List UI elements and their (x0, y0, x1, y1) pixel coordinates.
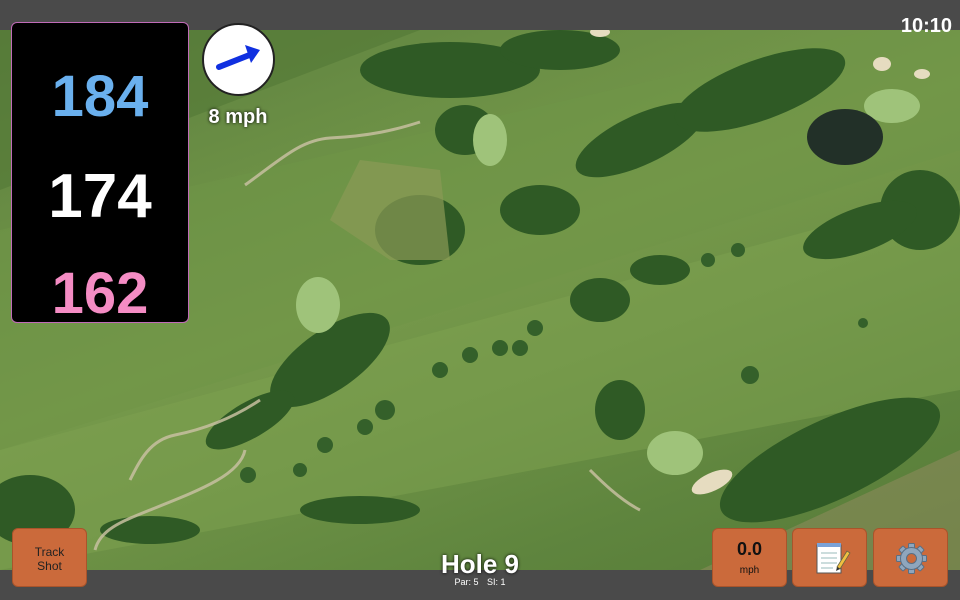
settings-button[interactable] (873, 528, 948, 587)
hole-title: Hole 9 (440, 549, 520, 579)
speed-unit: mph (739, 565, 760, 576)
hole-meta: Par: 5 SI: 1 (380, 577, 580, 587)
speed-value: 0.0 (736, 539, 763, 559)
back-distance: 184 (51, 64, 149, 129)
track-shot-label-line2: Shot (37, 559, 62, 573)
distance-panel: 184 174 162 (11, 22, 189, 326)
gear-icon (896, 543, 927, 574)
front-distance: 162 (51, 261, 149, 326)
wind-speed-label: 8 mph (196, 106, 280, 129)
arrow-icon (216, 45, 260, 70)
track-shot-button[interactable]: Track Shot (12, 528, 87, 587)
track-shot-label-line1: Track (34, 545, 65, 559)
notepad-icon (816, 543, 851, 574)
notes-button[interactable] (792, 528, 867, 587)
wind-speed-text: 8 mph (208, 106, 268, 128)
wind-direction-dial (202, 23, 275, 96)
middle-distance: 174 (48, 162, 152, 231)
speed-button[interactable]: 0.0 mph (712, 528, 787, 587)
par-label: Par: 5 (454, 577, 479, 587)
status-clock: 10:10 (900, 15, 952, 37)
stroke-index-label: SI: 1 (487, 577, 506, 587)
